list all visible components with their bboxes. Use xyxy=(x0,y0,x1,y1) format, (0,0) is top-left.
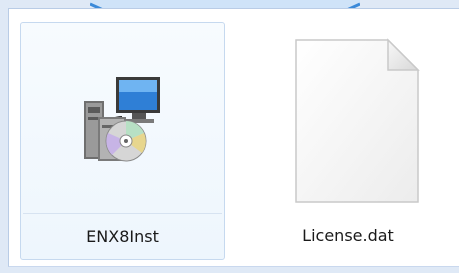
file-item-enx8inst[interactable]: ENX8Inst xyxy=(20,22,225,260)
installer-icon xyxy=(76,73,166,172)
blank-document-icon xyxy=(292,36,422,210)
file-name-label: License.dat xyxy=(302,226,394,245)
file-thumbnail xyxy=(21,23,224,215)
file-item-license-dat[interactable]: License.dat xyxy=(248,22,448,260)
file-thumbnail xyxy=(248,22,448,214)
file-name-label: ENX8Inst xyxy=(86,227,159,246)
